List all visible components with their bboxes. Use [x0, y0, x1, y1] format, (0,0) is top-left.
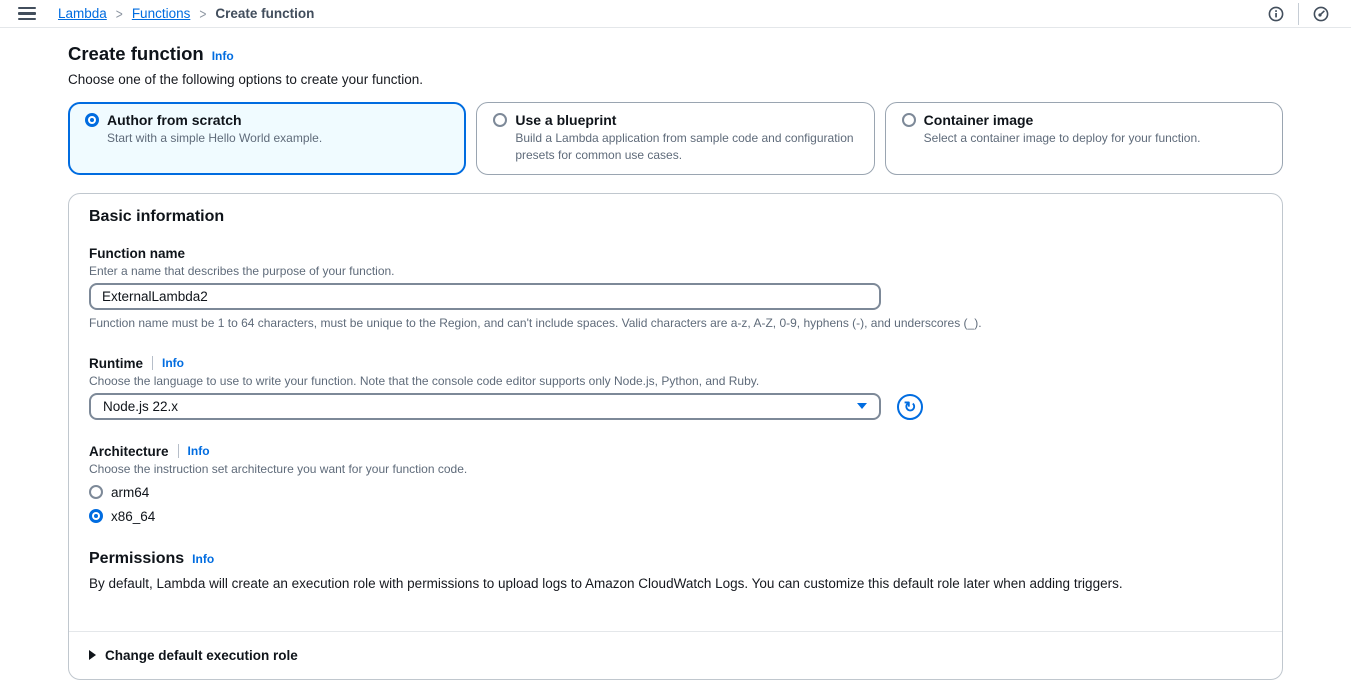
function-name-input[interactable] — [89, 283, 881, 310]
option-card-description: Select a container image to deploy for y… — [924, 130, 1266, 147]
label-divider — [152, 356, 153, 370]
topbar-actions — [1262, 2, 1335, 26]
create-function-page: Create function Info Choose one of the f… — [0, 28, 1351, 680]
breadcrumb-separator-icon: > — [199, 5, 206, 23]
architecture-option-x86-64[interactable]: x86_64 — [89, 509, 1262, 524]
label-divider — [178, 444, 179, 458]
option-card-title: Author from scratch — [107, 112, 242, 128]
creation-option-cards: Author from scratch Start with a simple … — [68, 102, 1283, 175]
breadcrumb-link-functions[interactable]: Functions — [132, 6, 191, 21]
runtime-label: Runtime — [89, 356, 143, 371]
architecture-label: Architecture — [89, 444, 169, 459]
permissions-info-link[interactable]: Info — [192, 552, 214, 566]
permissions-description: By default, Lambda will create an execut… — [89, 576, 1262, 591]
breadcrumb: Lambda > Functions > Create function — [58, 6, 314, 21]
function-name-constraint: Function name must be 1 to 64 characters… — [89, 316, 1262, 330]
page-title-info-link[interactable]: Info — [212, 49, 234, 63]
breadcrumb-bar: Lambda > Functions > Create function — [0, 0, 1351, 28]
architecture-option-arm64[interactable]: arm64 — [89, 485, 1262, 500]
gauge-icon[interactable] — [1307, 2, 1335, 26]
runtime-description: Choose the language to use to write your… — [89, 374, 1262, 388]
radio-arm64-label: arm64 — [111, 485, 149, 500]
option-card-use-a-blueprint[interactable]: Use a blueprint Build a Lambda applicati… — [476, 102, 874, 175]
radio-use-a-blueprint[interactable] — [493, 113, 507, 127]
menu-icon[interactable] — [18, 7, 36, 20]
option-card-author-from-scratch[interactable]: Author from scratch Start with a simple … — [68, 102, 466, 175]
architecture-description: Choose the instruction set architecture … — [89, 462, 1262, 476]
breadcrumb-separator-icon: > — [116, 5, 123, 23]
option-card-title: Use a blueprint — [515, 112, 616, 128]
topbar-divider — [1298, 3, 1299, 25]
runtime-info-link[interactable]: Info — [162, 356, 184, 370]
chevron-down-icon — [857, 403, 867, 409]
basic-information-panel: Basic information Function name Enter a … — [68, 193, 1283, 680]
radio-container-image[interactable] — [902, 113, 916, 127]
change-default-execution-role-expander[interactable]: Change default execution role — [69, 632, 1282, 679]
expander-caret-icon — [89, 650, 96, 660]
radio-arm64[interactable] — [89, 485, 103, 499]
architecture-info-link[interactable]: Info — [188, 444, 210, 458]
option-card-container-image[interactable]: Container image Select a container image… — [885, 102, 1283, 175]
radio-x86-64[interactable] — [89, 509, 103, 523]
radio-author-from-scratch[interactable] — [85, 113, 99, 127]
permissions-title: Permissions — [89, 550, 184, 568]
info-icon[interactable] — [1262, 2, 1290, 26]
page-title: Create function — [68, 43, 204, 65]
function-name-label: Function name — [89, 246, 185, 261]
runtime-selected-value: Node.js 22.x — [103, 399, 178, 414]
breadcrumb-current-page: Create function — [215, 6, 314, 21]
option-card-title: Container image — [924, 112, 1034, 128]
refresh-runtimes-button[interactable]: ↻ — [897, 394, 923, 420]
function-name-description: Enter a name that describes the purpose … — [89, 264, 1262, 278]
runtime-select[interactable]: Node.js 22.x — [89, 393, 881, 420]
expander-label: Change default execution role — [105, 648, 298, 663]
basic-information-title: Basic information — [89, 208, 1262, 226]
radio-x86-64-label: x86_64 — [111, 509, 155, 524]
breadcrumb-link-lambda[interactable]: Lambda — [58, 6, 107, 21]
option-card-description: Start with a simple Hello World example. — [107, 130, 449, 147]
option-card-description: Build a Lambda application from sample c… — [515, 130, 857, 165]
page-subtitle: Choose one of the following options to c… — [68, 72, 1283, 87]
